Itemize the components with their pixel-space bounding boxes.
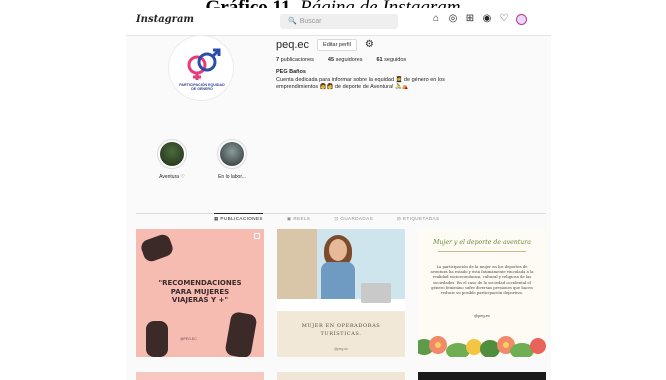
story-highlights: Aventura ♡ En lo labor... <box>156 139 248 180</box>
gender-symbols-logo <box>187 48 221 80</box>
post-recomendaciones[interactable]: "RECOMENDACIONES PARA MUJERES VIAJERAS Y… <box>136 229 264 357</box>
following-stat[interactable]: 61 seguidos <box>377 57 407 63</box>
instagram-profile-page: Instagram 🔍 Buscar ⌂ ◎ ⊞ ◉ ♡ PARTICIPACIÓ… <box>126 8 551 380</box>
fist-illustration <box>224 311 258 357</box>
fist-illustration <box>139 232 175 264</box>
post-body-text: La participación de la mujer en los depo… <box>430 264 534 296</box>
search-placeholder: Buscar <box>299 18 322 25</box>
profile-bio: PEG Baños Cuenta dedicada para informar … <box>276 69 536 92</box>
profile-name: PEG Baños <box>276 69 306 75</box>
post-mujer-operadoras[interactable]: MUJER EN OPERADORAS TURÍSTICAS. @peg.ec <box>277 229 405 357</box>
tab-reels[interactable]: ▣ REELS <box>287 214 311 222</box>
profile-stats: 7 publicaciones 45 seguidores 61 seguido… <box>276 57 536 63</box>
edit-profile-button[interactable]: Editar perfil <box>317 39 357 51</box>
avatar[interactable] <box>516 14 527 25</box>
divider <box>438 251 526 252</box>
highlight-label: En lo labor... <box>218 174 246 180</box>
highlight-label: Aventura ♡ <box>159 174 185 180</box>
post-handle: @peg.ec <box>473 313 491 318</box>
new-post-icon[interactable]: ⊞ <box>465 14 475 24</box>
search-input[interactable]: 🔍 Buscar <box>280 14 398 29</box>
bio-line: Cuenta dedicada para informar sobre la e… <box>276 76 445 83</box>
post-thumbnail[interactable] <box>136 372 264 380</box>
search-icon: 🔍 <box>288 18 297 25</box>
top-navigation-bar: Instagram 🔍 Buscar ⌂ ◎ ⊞ ◉ ♡ <box>126 8 551 36</box>
instagram-logo[interactable]: Instagram <box>136 14 194 25</box>
nav-icons: ⌂ ◎ ⊞ ◉ ♡ <box>431 14 527 25</box>
posts-stat[interactable]: 7 publicaciones <box>276 57 314 63</box>
tab-guardadas[interactable]: ⊡ GUARDADAS <box>334 214 373 222</box>
tab-publicaciones[interactable]: ▦ PUBLICACIONES <box>214 213 263 222</box>
fist-illustration <box>146 321 168 357</box>
multi-image-icon <box>254 233 260 239</box>
explore-icon[interactable]: ◉ <box>482 14 492 24</box>
post-text: MUJER EN OPERADORAS TURÍSTICAS. <box>301 323 381 337</box>
tab-etiquetadas[interactable]: ⊟ ETIQUETADAS <box>397 214 439 222</box>
settings-gear-icon[interactable]: ⚙ <box>365 40 374 50</box>
profile-info: peq.ec Editar perfil ⚙ 7 publicaciones 4… <box>276 39 536 92</box>
heart-icon[interactable]: ♡ <box>499 14 509 24</box>
highlight-laboral[interactable]: En lo labor... <box>216 139 248 180</box>
profile-picture-text: PARTICIPACIÓN EQUIDAD DE GÉNERO <box>179 83 225 92</box>
followers-stat[interactable]: 45 seguidores <box>328 57 363 63</box>
photo-person-face <box>329 239 347 261</box>
profile-picture[interactable]: PARTICIPACIÓN EQUIDAD DE GÉNERO <box>168 35 234 101</box>
post-thumbnail[interactable] <box>418 372 546 380</box>
highlight-thumbnail <box>220 142 244 166</box>
post-mujer-deporte[interactable]: Mujer y el deporte de aventura La partic… <box>418 229 546 357</box>
flowers-illustration <box>418 336 546 357</box>
home-icon[interactable]: ⌂ <box>431 14 441 24</box>
photo-laptop <box>361 283 391 303</box>
post-thumbnail[interactable] <box>277 372 405 380</box>
highlight-thumbnail <box>160 142 184 166</box>
photo-person-body <box>321 262 355 302</box>
post-text: "RECOMENDACIONES PARA MUJERES VIAJERAS Y… <box>158 279 242 304</box>
post-handle: @PEG.EC <box>180 337 197 341</box>
bio-line: emprendimientos 👩👩 de deporte de Aventur… <box>276 84 409 90</box>
post-title: Mujer y el deporte de aventura <box>433 239 531 246</box>
highlight-aventura[interactable]: Aventura ♡ <box>156 139 188 180</box>
posts-grid: "RECOMENDACIONES PARA MUJERES VIAJERAS Y… <box>136 229 546 357</box>
post-handle: @peg.ec <box>333 347 349 351</box>
messenger-icon[interactable]: ◎ <box>448 14 458 24</box>
username: peq.ec <box>276 39 310 51</box>
posts-grid-row-2 <box>136 372 546 380</box>
profile-tabs: ▦ PUBLICACIONES ▣ REELS ⊡ GUARDADAS ⊟ ET… <box>214 213 439 222</box>
